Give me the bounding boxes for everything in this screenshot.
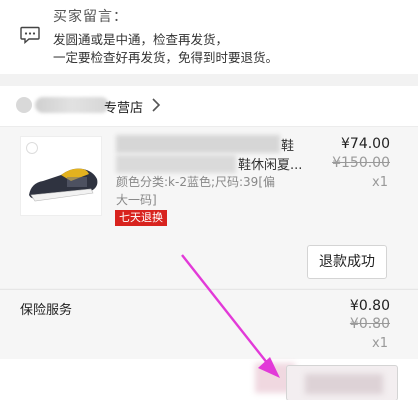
bottom-action-bar — [0, 359, 418, 400]
insurance-original-price: ¥0.80 — [349, 316, 390, 332]
refund-status-button[interactable]: 退款成功 — [307, 245, 387, 279]
product-sku: 大一码] — [116, 193, 157, 207]
insurance-label: 保险服务 — [20, 303, 73, 318]
seven-day-return-badge: 七天退换 — [115, 210, 167, 226]
buyer-message-title: 买家留言： — [53, 9, 128, 25]
product-title[interactable]: 鞋 — [281, 135, 294, 154]
shop-name-blur — [35, 97, 109, 113]
chevron-right-icon — [152, 98, 161, 112]
product-thumbnail[interactable] — [20, 136, 102, 216]
message-icon — [20, 26, 40, 44]
product-title-blur — [116, 135, 280, 153]
sneaker-image — [29, 168, 98, 202]
shop-name: 专营店 — [104, 101, 144, 116]
buyer-message-line: 一定要检查好再发货，免得到时要退货。 — [53, 50, 279, 65]
shop-link[interactable]: 专营店 — [0, 86, 418, 126]
shop-avatar — [16, 97, 32, 113]
insurance-price: ¥0.80 — [349, 298, 390, 314]
buyer-message-line: 发圆通或是中通，检查再发货， — [53, 32, 229, 47]
order-item[interactable]: 鞋 鞋休闲夏... 颜色分类:k-2蓝色;尺码:39[偏 大一码] 七天退换 ¥… — [0, 126, 418, 288]
item-quantity: x1 — [372, 175, 388, 190]
delete-order-button[interactable] — [286, 365, 398, 400]
item-original-price: ¥150.00 — [332, 155, 390, 171]
buyer-message-card: 买家留言： 发圆通或是中通，检查再发货， 一定要检查好再发货，免得到时要退货。 — [0, 0, 418, 74]
product-title[interactable]: 鞋休闲夏... — [238, 154, 302, 173]
item-price: ¥74.00 — [341, 136, 390, 152]
delete-order-label-blur — [305, 374, 383, 394]
insurance-quantity: x1 — [372, 336, 388, 351]
product-title-blur — [116, 155, 236, 173]
insurance-item: 保险服务 ¥0.80 ¥0.80 x1 — [0, 289, 418, 359]
product-sku: 颜色分类:k-2蓝色;尺码:39[偏 — [116, 175, 275, 189]
